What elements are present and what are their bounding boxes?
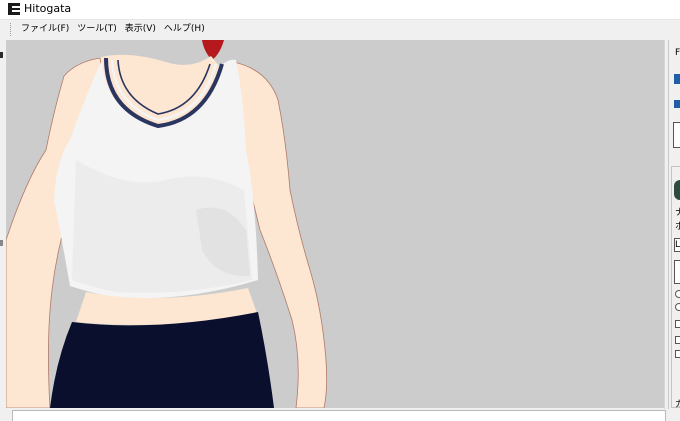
status-bar bbox=[0, 409, 680, 421]
menu-bar: ファイル(F) ツール(T) 表示(V) ヘルプ(H) bbox=[0, 20, 680, 38]
checkbox[interactable] bbox=[675, 350, 680, 358]
menu-grip-handle[interactable] bbox=[10, 23, 15, 36]
menu-view[interactable]: 表示(V) bbox=[121, 24, 160, 35]
radio-button[interactable] bbox=[675, 290, 680, 298]
side-panel-label: L bbox=[675, 240, 680, 250]
model-viewport[interactable] bbox=[6, 40, 664, 408]
menu-file[interactable]: ファイル(F) bbox=[17, 24, 73, 35]
menu-tools[interactable]: ツール(T) bbox=[73, 24, 121, 35]
checkbox[interactable] bbox=[675, 336, 680, 344]
side-panel-button[interactable] bbox=[674, 260, 680, 284]
side-panel: F ナ ホ L カ bbox=[668, 40, 680, 409]
preview-thumbnail bbox=[674, 180, 680, 200]
side-panel-label: カ bbox=[675, 400, 680, 409]
edge-marker bbox=[0, 240, 3, 246]
settings-group bbox=[671, 166, 680, 408]
side-panel-label: F bbox=[675, 48, 680, 58]
checkbox[interactable] bbox=[675, 320, 680, 328]
status-field bbox=[12, 410, 666, 421]
menu-help[interactable]: ヘルプ(H) bbox=[160, 24, 209, 35]
window-title: Hitogata bbox=[24, 2, 72, 15]
title-bar: Hitogata bbox=[0, 0, 680, 20]
side-panel-label: ホ bbox=[675, 222, 680, 232]
edge-marker bbox=[0, 52, 3, 58]
app-logo-icon bbox=[8, 3, 20, 15]
radio-button[interactable] bbox=[675, 303, 680, 311]
tool-button[interactable] bbox=[674, 100, 680, 108]
avatar-render bbox=[6, 40, 664, 408]
mode-button[interactable] bbox=[673, 122, 680, 148]
tool-button[interactable] bbox=[674, 74, 680, 84]
side-panel-label: ナ bbox=[675, 208, 680, 218]
